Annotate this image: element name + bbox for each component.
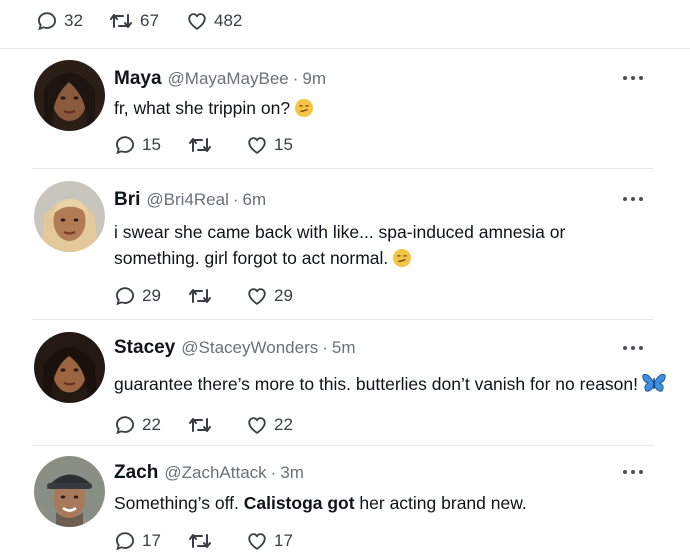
top-action-bar: 32 67 482: [0, 0, 690, 49]
retweet-icon: [189, 534, 211, 548]
reply-icon: [38, 12, 56, 31]
heart-icon: [248, 533, 266, 550]
tweet-maya[interactable]: Maya @MayaMayBee · 9m fr, what she tripp…: [0, 48, 690, 169]
timestamp[interactable]: 6m: [243, 190, 267, 210]
separator-dot: ·: [270, 463, 277, 482]
author-name[interactable]: Bri: [114, 189, 140, 211]
reply-button[interactable]: 17: [114, 530, 161, 552]
retweet-icon: [189, 418, 211, 432]
like-button[interactable]: 22: [246, 414, 293, 436]
author-handle[interactable]: @MayaMayBee: [168, 69, 289, 89]
retweet-icon: [189, 289, 211, 303]
smirking-face-emoji: [294, 98, 314, 125]
like-count: 17: [274, 531, 293, 550]
reply-icon: [116, 416, 134, 435]
heart-icon: [248, 417, 266, 434]
reply-button[interactable]: 32: [36, 10, 83, 32]
timestamp[interactable]: 5m: [332, 338, 356, 358]
reply-button[interactable]: 29: [114, 285, 161, 307]
heart-icon: [188, 13, 206, 30]
reply-count: 22: [142, 415, 161, 434]
retweet-button[interactable]: [187, 414, 213, 436]
like-button[interactable]: 29: [246, 285, 293, 307]
like-count: 22: [274, 415, 293, 434]
tweet-text: i swear she came back with like... spa-i…: [114, 219, 649, 275]
reply-icon: [116, 136, 134, 155]
tweet-bri[interactable]: Bri @Bri4Real · 6m i swear she came back…: [0, 169, 690, 320]
reply-count: 32: [64, 11, 83, 30]
reply-button[interactable]: 15: [114, 134, 161, 156]
avatar[interactable]: [34, 456, 105, 527]
like-button[interactable]: 482: [186, 10, 242, 32]
retweet-count: 67: [140, 11, 159, 30]
tweet-zach[interactable]: Zach @ZachAttack · 3m Something’s off. C…: [0, 446, 690, 552]
timestamp[interactable]: 3m: [280, 463, 304, 483]
avatar[interactable]: [34, 332, 105, 403]
tweet-text-part: her acting brand new.: [354, 493, 527, 513]
reply-button[interactable]: 22: [114, 414, 161, 436]
butterfly-emoji: [642, 372, 666, 401]
retweet-button[interactable]: [187, 134, 213, 156]
like-button[interactable]: 17: [246, 530, 293, 552]
tweet-text-part: fr, what she trippin on?: [114, 98, 291, 118]
like-button[interactable]: 15: [246, 134, 293, 156]
tweet-text-part: guarantee there’s more to this. butterli…: [114, 374, 639, 394]
reply-icon: [116, 287, 134, 306]
author-handle[interactable]: @ZachAttack: [164, 463, 266, 483]
like-count: 15: [274, 135, 293, 154]
author-name[interactable]: Zach: [114, 462, 158, 484]
more-options-icon[interactable]: [623, 467, 651, 477]
more-options-icon[interactable]: [623, 194, 651, 204]
retweet-icon: [110, 14, 132, 28]
tweet-stacey[interactable]: Stacey @StaceyWonders · 5m guarantee the…: [0, 320, 690, 446]
tweet-text-bold: Calistoga got: [243, 493, 355, 513]
author-name[interactable]: Stacey: [114, 337, 175, 359]
like-count: 482: [214, 11, 243, 30]
timestamp[interactable]: 9m: [302, 69, 326, 89]
avatar[interactable]: [34, 60, 105, 131]
reply-count: 29: [142, 286, 161, 305]
author-handle[interactable]: @Bri4Real: [146, 190, 228, 210]
heart-icon: [248, 137, 266, 154]
retweet-icon: [189, 138, 211, 152]
avatar[interactable]: [34, 181, 105, 252]
more-options-icon[interactable]: [623, 343, 651, 353]
tweet-text: Something’s off. Calistoga got her actin…: [114, 490, 664, 516]
retweet-button[interactable]: [187, 285, 213, 307]
separator-dot: ·: [322, 338, 328, 357]
retweet-button[interactable]: [187, 530, 213, 552]
author-name[interactable]: Maya: [114, 68, 162, 90]
like-count: 29: [274, 286, 293, 305]
author-handle[interactable]: @StaceyWonders: [181, 338, 318, 358]
heart-icon: [248, 288, 266, 305]
tweet-text-part: Something’s off.: [114, 493, 244, 513]
separator-dot: ·: [292, 69, 299, 88]
tweet-text-part: i swear she came back with like... spa-i…: [114, 222, 566, 268]
reply-count: 17: [142, 531, 161, 550]
more-options-icon[interactable]: [623, 73, 651, 83]
reply-icon: [116, 532, 134, 551]
smirking-face-emoji: [392, 248, 412, 275]
separator-dot: ·: [232, 190, 239, 209]
tweet-text: guarantee there’s more to this. butterli…: [114, 371, 674, 401]
tweet-text: fr, what she trippin on?: [114, 95, 664, 125]
retweet-button[interactable]: 67: [108, 10, 159, 32]
reply-count: 15: [142, 135, 161, 154]
